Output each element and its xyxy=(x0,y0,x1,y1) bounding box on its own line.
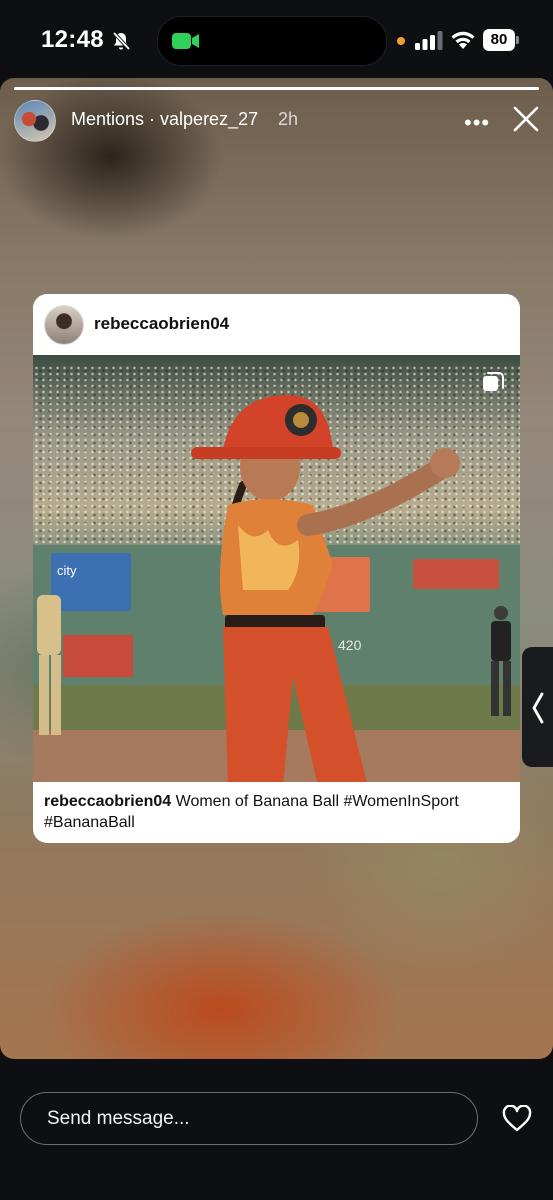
chevron-left-icon xyxy=(532,692,544,724)
story-progress-fill xyxy=(14,87,539,90)
bell-slash-icon xyxy=(112,31,131,51)
close-icon[interactable] xyxy=(512,105,540,133)
story-view[interactable]: Mentions · valperez_27 2h ••• rebeccaobr… xyxy=(0,78,553,1059)
status-bar: 12:48 80 xyxy=(0,0,553,78)
story-author-avatar[interactable] xyxy=(14,100,56,142)
story-timestamp: 2h xyxy=(278,109,299,129)
post-author-avatar[interactable] xyxy=(44,305,84,345)
shared-post-card[interactable]: rebeccaobrien04 city 420 rebeccaobrien04… xyxy=(33,294,520,843)
background-player-left xyxy=(37,595,61,735)
send-message-input[interactable] xyxy=(20,1092,478,1145)
caption-username[interactable]: rebeccaobrien04 xyxy=(44,793,171,810)
battery-icon: 80 xyxy=(483,29,515,51)
firefighter-helmet-player xyxy=(191,395,460,782)
story-header: Mentions · valperez_27 2h ••• xyxy=(0,98,553,144)
background-umpire xyxy=(491,606,511,716)
more-options-icon[interactable]: ••• xyxy=(464,110,490,136)
battery-level: 80 xyxy=(490,31,508,48)
post-header: rebeccaobrien04 xyxy=(33,294,520,355)
post-username[interactable]: rebeccaobrien04 xyxy=(94,314,229,334)
post-photo[interactable]: city 420 xyxy=(33,355,520,782)
status-time: 12:48 xyxy=(41,26,104,53)
multiple-photos-icon[interactable] xyxy=(481,371,505,395)
video-camera-icon xyxy=(172,33,199,49)
post-caption: rebeccaobrien04 Women of Banana Ball #Wo… xyxy=(44,791,509,833)
side-panel-handle[interactable] xyxy=(522,647,553,767)
story-progress-bar xyxy=(14,87,539,90)
dynamic-island xyxy=(157,16,387,66)
privacy-indicator-dot xyxy=(397,37,405,45)
wifi-icon xyxy=(451,31,475,49)
story-title[interactable]: Mentions · valperez_27 xyxy=(71,109,258,130)
heart-icon[interactable] xyxy=(502,1105,532,1133)
cellular-signal-icon xyxy=(415,31,443,50)
wall-sign xyxy=(63,635,133,677)
battery-tip xyxy=(516,36,519,44)
